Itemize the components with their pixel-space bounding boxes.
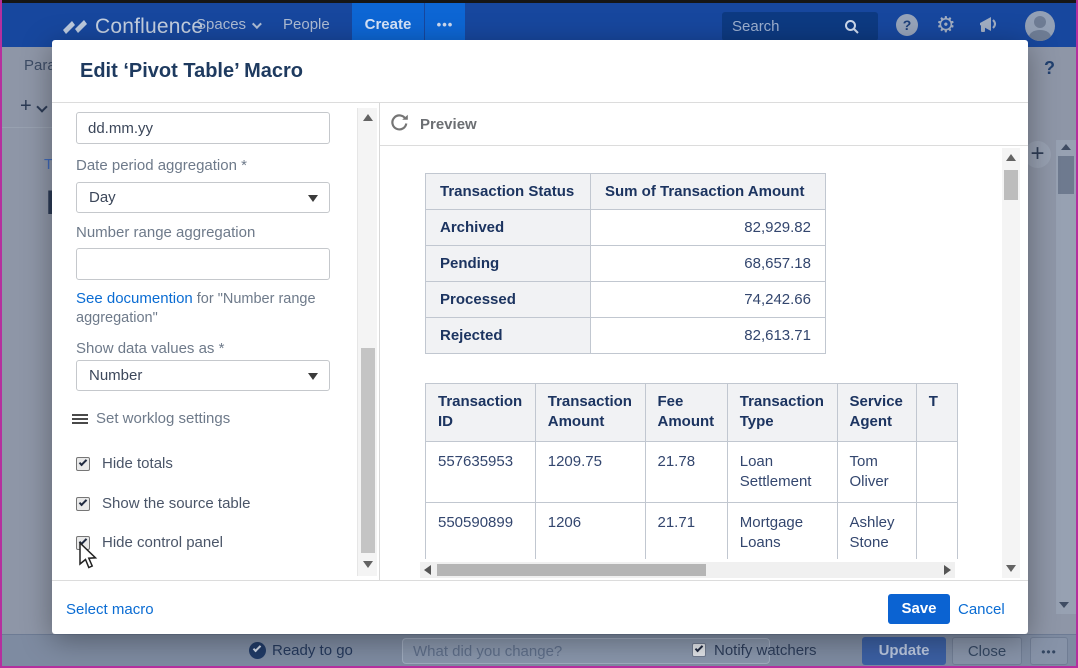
page-scrollbar-thumb[interactable]: [1058, 156, 1074, 194]
preview-header: Preview: [380, 103, 1028, 146]
scroll-down-icon[interactable]: [1006, 565, 1016, 572]
app-title: Confluence: [95, 15, 203, 39]
table-row: 557635953 1209.75 21.78 Loan Settlement …: [426, 441, 958, 503]
hide-totals-checkbox[interactable]: [76, 457, 90, 471]
chevron-down-icon: [252, 19, 262, 29]
column-header: Transaction Amount: [535, 384, 645, 442]
preview-h-thumb[interactable]: [437, 564, 706, 576]
preview-pane: Preview Transaction Status Sum of Transa…: [380, 103, 1028, 580]
column-header: Transaction Status: [426, 174, 591, 210]
pivot-result-table: Transaction Status Sum of Transaction Am…: [425, 173, 826, 354]
editor-insert-plus-button[interactable]: +: [20, 95, 32, 118]
confluence-logo[interactable]: Confluence: [62, 15, 203, 39]
source-table-viewport: Transaction ID Transaction Amount Fee Am…: [425, 383, 958, 559]
preview-v-scrollbar[interactable]: [1002, 148, 1020, 578]
scroll-right-icon[interactable]: [944, 565, 951, 575]
app-root: Para + T F ? + Confluence Spaces People …: [0, 0, 1078, 668]
scroll-up-icon[interactable]: [1006, 154, 1016, 161]
capture-frame: [0, 0, 2, 668]
cancel-link[interactable]: Cancel: [958, 601, 1005, 618]
form-scrollbar[interactable]: [357, 108, 377, 576]
table-row: Pending 68,657.18: [426, 246, 826, 282]
column-header: Transaction ID: [426, 384, 536, 442]
show-source-table-checkbox[interactable]: [76, 497, 90, 511]
megaphone-icon[interactable]: [978, 15, 1000, 35]
column-header: Fee Amount: [645, 384, 727, 442]
show-values-label: Show data values as *: [76, 340, 224, 357]
dialog-header: Edit ‘Pivot Table’ Macro: [52, 40, 1028, 103]
editor-toolbar-divider: [0, 127, 52, 128]
capture-frame: [0, 0, 1078, 3]
dropdown-arrow-icon: [308, 373, 318, 380]
confluence-logo-icon: [62, 18, 88, 36]
gear-icon[interactable]: ⚙: [936, 11, 956, 39]
scroll-down-icon[interactable]: [363, 561, 373, 568]
search-icon[interactable]: [844, 19, 860, 35]
search-input[interactable]: [722, 18, 842, 35]
select-macro-link[interactable]: Select macro: [66, 601, 154, 618]
page-scrollbar[interactable]: [1056, 140, 1076, 614]
hide-totals-row[interactable]: Hide totals: [76, 455, 173, 472]
documentation-note: See documention for "Number range aggreg…: [76, 289, 338, 328]
date-period-label: Date period aggregation *: [76, 157, 247, 174]
refresh-icon[interactable]: [390, 114, 409, 133]
scroll-up-icon[interactable]: [1061, 144, 1071, 150]
column-header: T: [916, 384, 957, 442]
preview-h-scrollbar[interactable]: [420, 562, 955, 578]
number-range-label: Number range aggregation: [76, 224, 255, 241]
check-circle-icon: [249, 642, 266, 659]
add-element-button[interactable]: +: [1024, 141, 1051, 168]
date-period-select[interactable]: Day: [76, 182, 330, 213]
form-scrollbar-thumb[interactable]: [361, 348, 375, 553]
edit-macro-dialog: Edit ‘Pivot Table’ Macro Date period agg…: [52, 40, 1028, 634]
editor-paragraph-dropdown-fragment[interactable]: Para: [24, 57, 56, 74]
notify-watchers-label: Notify watchers: [714, 642, 817, 659]
show-source-table-row[interactable]: Show the source table: [76, 495, 250, 512]
show-values-select[interactable]: Number: [76, 360, 330, 391]
scroll-down-icon[interactable]: [1059, 602, 1069, 608]
table-row: 550590899 1206 21.71 Mortgage Loans Ashl…: [426, 503, 958, 560]
footer-more-button[interactable]: •••: [1030, 637, 1068, 665]
table-row: Archived 82,929.82: [426, 210, 826, 246]
scroll-up-icon[interactable]: [363, 114, 373, 121]
number-range-input[interactable]: [76, 248, 330, 280]
see-documentation-link[interactable]: See documention: [76, 290, 193, 307]
dialog-footer: Select macro Save Cancel: [52, 580, 1028, 634]
macro-form-pane: Date period aggregation * Day Number ran…: [52, 103, 380, 580]
hamburger-icon: [72, 412, 88, 426]
dropdown-arrow-icon: [308, 195, 318, 202]
editor-footer-bar: Ready to go Notify watchers Update Close…: [0, 634, 1078, 666]
table-row: Rejected 82,613.71: [426, 318, 826, 354]
source-table: Transaction ID Transaction Amount Fee Am…: [425, 383, 958, 559]
column-header: Sum of Transaction Amount: [591, 174, 826, 210]
close-button[interactable]: Close: [952, 637, 1022, 665]
page-help-mark[interactable]: ?: [1044, 58, 1055, 79]
search-box[interactable]: [722, 12, 878, 41]
table-row: Processed 74,242.66: [426, 282, 826, 318]
preview-title: Preview: [420, 116, 477, 133]
column-header: Service Agent: [837, 384, 916, 442]
status-label: Ready to go: [272, 642, 353, 659]
date-format-input[interactable]: [76, 112, 330, 144]
cursor-icon: [78, 542, 100, 572]
dialog-title: Edit ‘Pivot Table’ Macro: [80, 60, 303, 83]
notify-watchers-checkbox[interactable]: [692, 643, 706, 657]
worklog-settings-button[interactable]: Set worklog settings: [72, 410, 230, 427]
preview-v-thumb[interactable]: [1004, 170, 1018, 200]
avatar[interactable]: [1025, 11, 1055, 41]
scroll-left-icon[interactable]: [424, 565, 431, 575]
update-button[interactable]: Update: [862, 637, 946, 665]
help-icon[interactable]: ?: [896, 14, 918, 36]
column-header: Transaction Type: [727, 384, 837, 442]
save-button[interactable]: Save: [888, 594, 950, 624]
